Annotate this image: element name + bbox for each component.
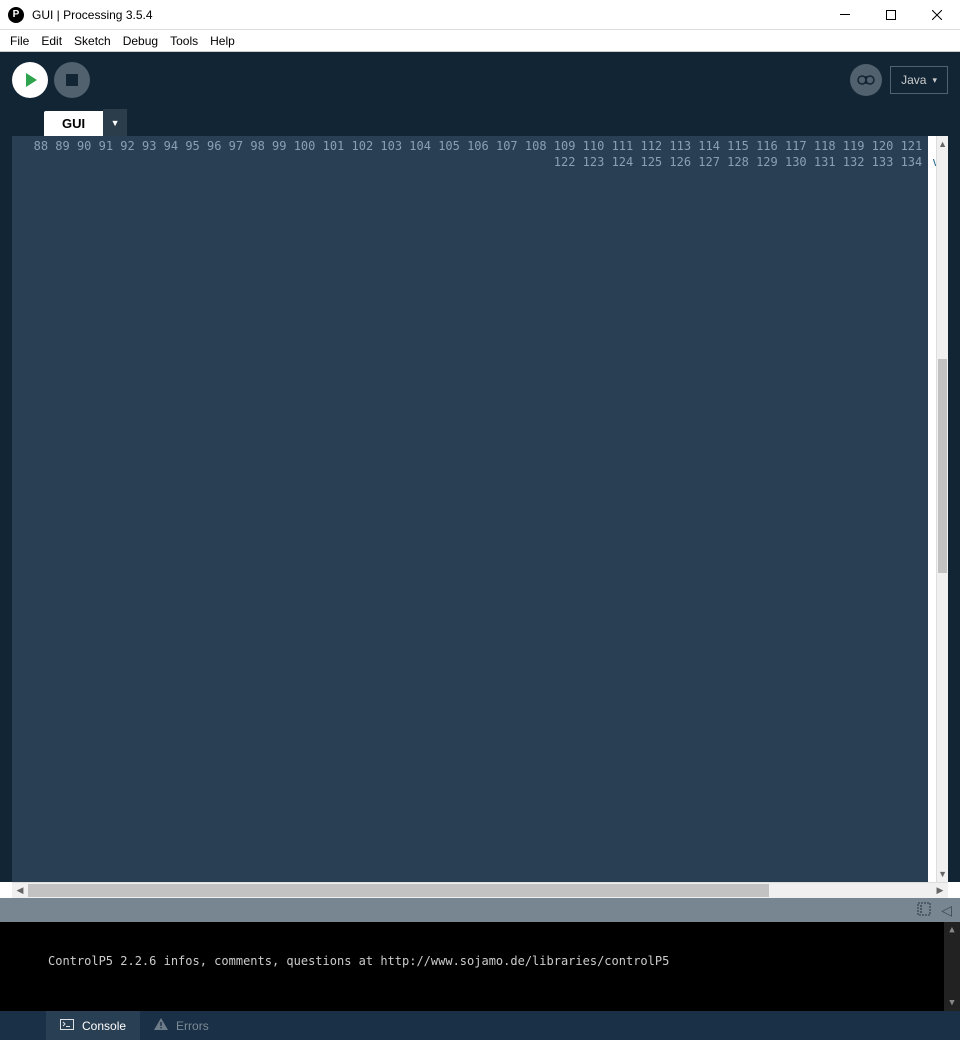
tab-gui[interactable]: GUI — [44, 111, 103, 136]
scroll-left-icon[interactable]: ◀ — [12, 883, 28, 898]
menu-file[interactable]: File — [4, 32, 35, 50]
editor-vertical-scrollbar[interactable]: ▲ ▼ — [936, 136, 948, 882]
bottom-tab-bar: Console Errors — [0, 1011, 960, 1040]
menu-tools[interactable]: Tools — [164, 32, 204, 50]
window-title: GUI | Processing 3.5.4 — [32, 8, 822, 22]
minimize-button[interactable] — [822, 0, 868, 30]
mode-selector[interactable]: Java ▾ — [890, 66, 948, 94]
close-button[interactable] — [914, 0, 960, 30]
maximize-button[interactable] — [868, 0, 914, 30]
tab-console-label: Console — [82, 1019, 126, 1033]
scroll-down-icon[interactable]: ▼ — [944, 995, 960, 1011]
console-output: ControlP5 2.2.6 infos, comments, questio… — [48, 954, 669, 968]
tab-dropdown[interactable]: ▼ — [103, 109, 127, 136]
code-editor[interactable]: 88 89 90 91 92 93 94 95 96 97 98 99 100 … — [12, 136, 948, 882]
play-icon — [26, 73, 37, 87]
run-button[interactable] — [12, 62, 48, 98]
menubar: File Edit Sketch Debug Tools Help — [0, 30, 960, 52]
warning-icon — [154, 1018, 168, 1033]
scroll-thumb[interactable] — [28, 884, 769, 897]
tab-errors[interactable]: Errors — [140, 1011, 223, 1040]
stop-button[interactable] — [54, 62, 90, 98]
scroll-up-icon[interactable]: ▲ — [944, 922, 960, 938]
editor-container: 88 89 90 91 92 93 94 95 96 97 98 99 100 … — [0, 136, 960, 882]
chevron-down-icon: ▾ — [932, 75, 937, 86]
scroll-up-icon[interactable]: ▲ — [937, 136, 948, 152]
window-titlebar: P GUI | Processing 3.5.4 — [0, 0, 960, 30]
console-vertical-scrollbar[interactable]: ▲ ▼ — [944, 922, 960, 1011]
line-number-gutter: 88 89 90 91 92 93 94 95 96 97 98 99 100 … — [12, 136, 928, 882]
debugger-icon[interactable] — [850, 64, 882, 96]
code-area[interactable]: void draw() { background(255); fill(50);… — [928, 136, 936, 882]
console-panel: ControlP5 2.2.6 infos, comments, questio… — [0, 922, 960, 1011]
menu-sketch[interactable]: Sketch — [68, 32, 117, 50]
scroll-right-icon[interactable]: ▶ — [932, 883, 948, 898]
tab-bar: GUI ▼ — [0, 108, 960, 136]
toolbar: Java ▾ — [0, 52, 960, 108]
tab-errors-label: Errors — [176, 1019, 209, 1033]
error-list-icon[interactable] — [917, 902, 931, 919]
stop-icon — [66, 74, 78, 86]
message-bar: ◁ — [0, 898, 960, 922]
menu-debug[interactable]: Debug — [117, 32, 164, 50]
scroll-thumb[interactable] — [938, 359, 947, 573]
menu-edit[interactable]: Edit — [35, 32, 68, 50]
chevron-down-icon: ▼ — [111, 118, 120, 128]
menu-help[interactable]: Help — [204, 32, 241, 50]
app-icon: P — [8, 7, 24, 23]
scroll-down-icon[interactable]: ▼ — [937, 866, 948, 882]
tab-console[interactable]: Console — [46, 1011, 140, 1040]
console-icon — [60, 1019, 74, 1033]
editor-horizontal-scrollbar[interactable]: ◀ ▶ — [12, 882, 948, 898]
mode-label: Java — [901, 73, 926, 87]
collapse-console-icon[interactable]: ◁ — [941, 902, 952, 919]
